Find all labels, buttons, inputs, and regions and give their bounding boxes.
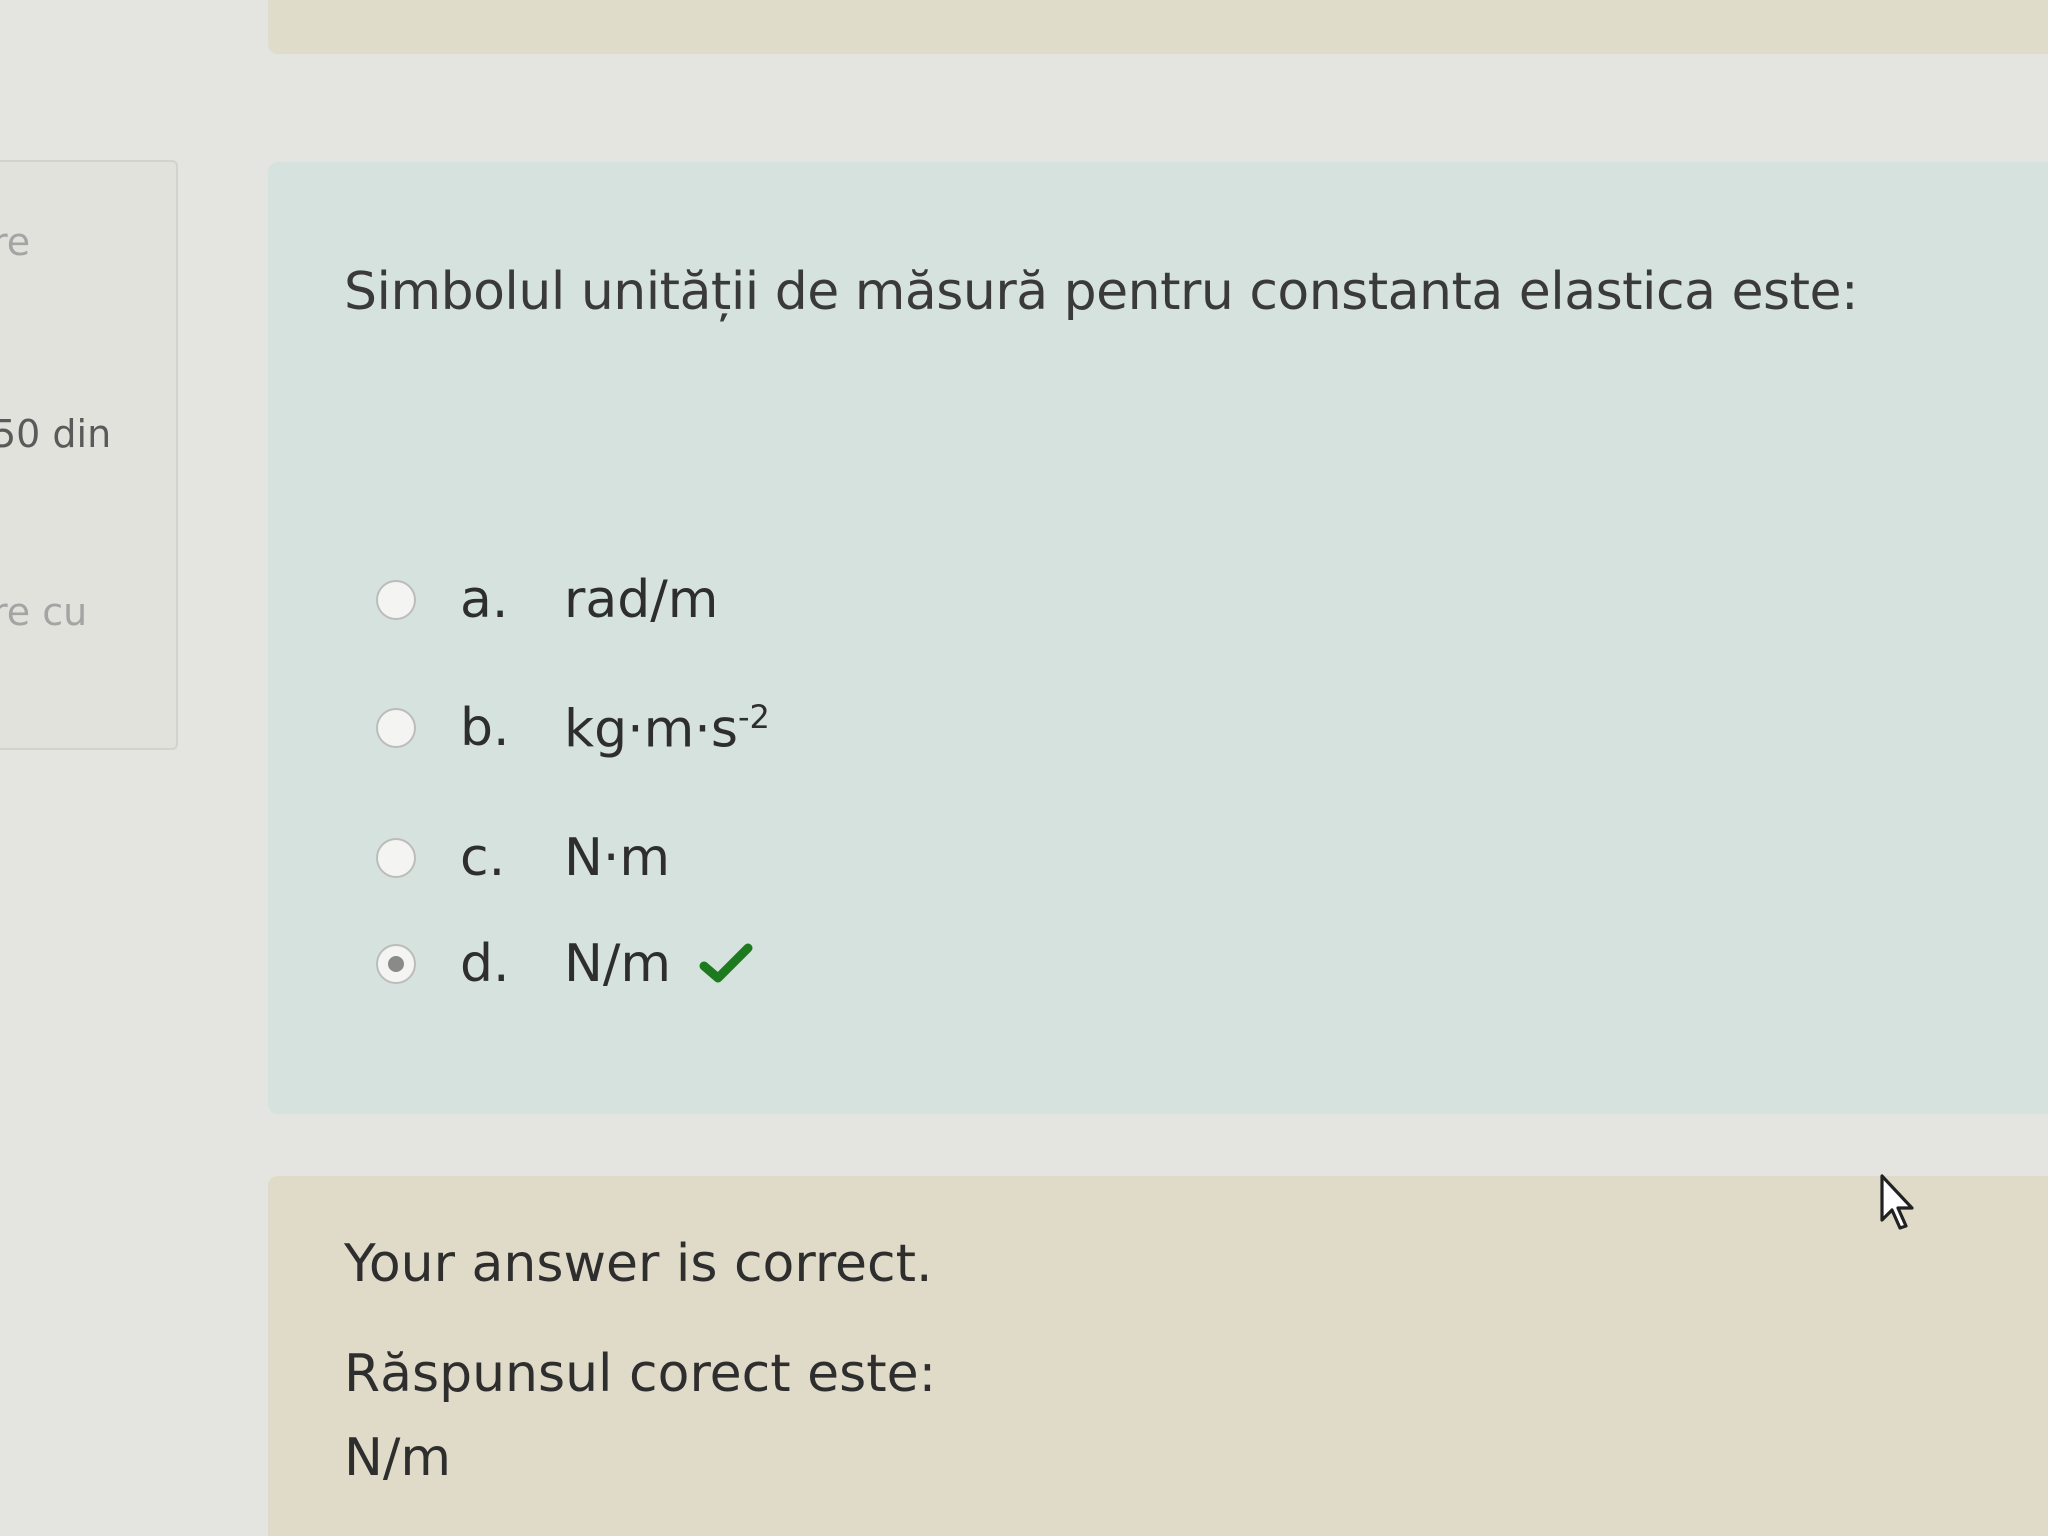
option-a-radio[interactable] xyxy=(376,580,416,620)
option-d-radio[interactable] xyxy=(376,944,416,984)
answer-feedback-panel: Your answer is correct. Răspunsul corect… xyxy=(268,1176,2048,1536)
option-c-letter: c. xyxy=(460,828,506,888)
option-d-answer: N/m xyxy=(564,934,672,994)
option-b-radio[interactable] xyxy=(376,708,416,748)
option-b-answer-exponent: -2 xyxy=(737,698,770,736)
question-panel: Simbolul unității de măsură pentru const… xyxy=(268,162,2048,1114)
option-c[interactable]: c. N·m xyxy=(376,828,876,892)
sidebar-label-bottom: re cu xyxy=(0,590,88,634)
sidebar-label-top: re xyxy=(0,220,31,264)
feedback-result-text: Your answer is correct. xyxy=(344,1234,933,1294)
checkmark-icon xyxy=(699,943,753,983)
option-b-letter: b. xyxy=(460,698,510,758)
correct-answer-value: N/m xyxy=(344,1428,452,1488)
option-a-answer: rad/m xyxy=(564,570,719,630)
option-c-radio[interactable] xyxy=(376,838,416,878)
quiz-info-sidebar: re 50 din re cu xyxy=(0,160,178,750)
option-d[interactable]: d. N/m xyxy=(376,934,876,998)
question-text: Simbolul unității de măsură pentru const… xyxy=(344,262,1858,322)
previous-feedback-panel xyxy=(268,0,2048,54)
question-count-text: 50 din xyxy=(0,412,112,456)
option-b-answer: kg·m·s-2 xyxy=(564,698,770,759)
correct-answer-label: Răspunsul corect este: xyxy=(344,1344,937,1404)
option-a[interactable]: a. rad/m xyxy=(376,570,876,634)
option-c-answer: N·m xyxy=(564,828,671,888)
option-a-letter: a. xyxy=(460,570,509,630)
option-b-answer-base: kg·m·s xyxy=(564,699,738,760)
mouse-cursor-icon xyxy=(1880,1174,1914,1230)
option-b[interactable]: b. kg·m·s-2 xyxy=(376,698,876,762)
option-d-letter: d. xyxy=(460,934,510,994)
